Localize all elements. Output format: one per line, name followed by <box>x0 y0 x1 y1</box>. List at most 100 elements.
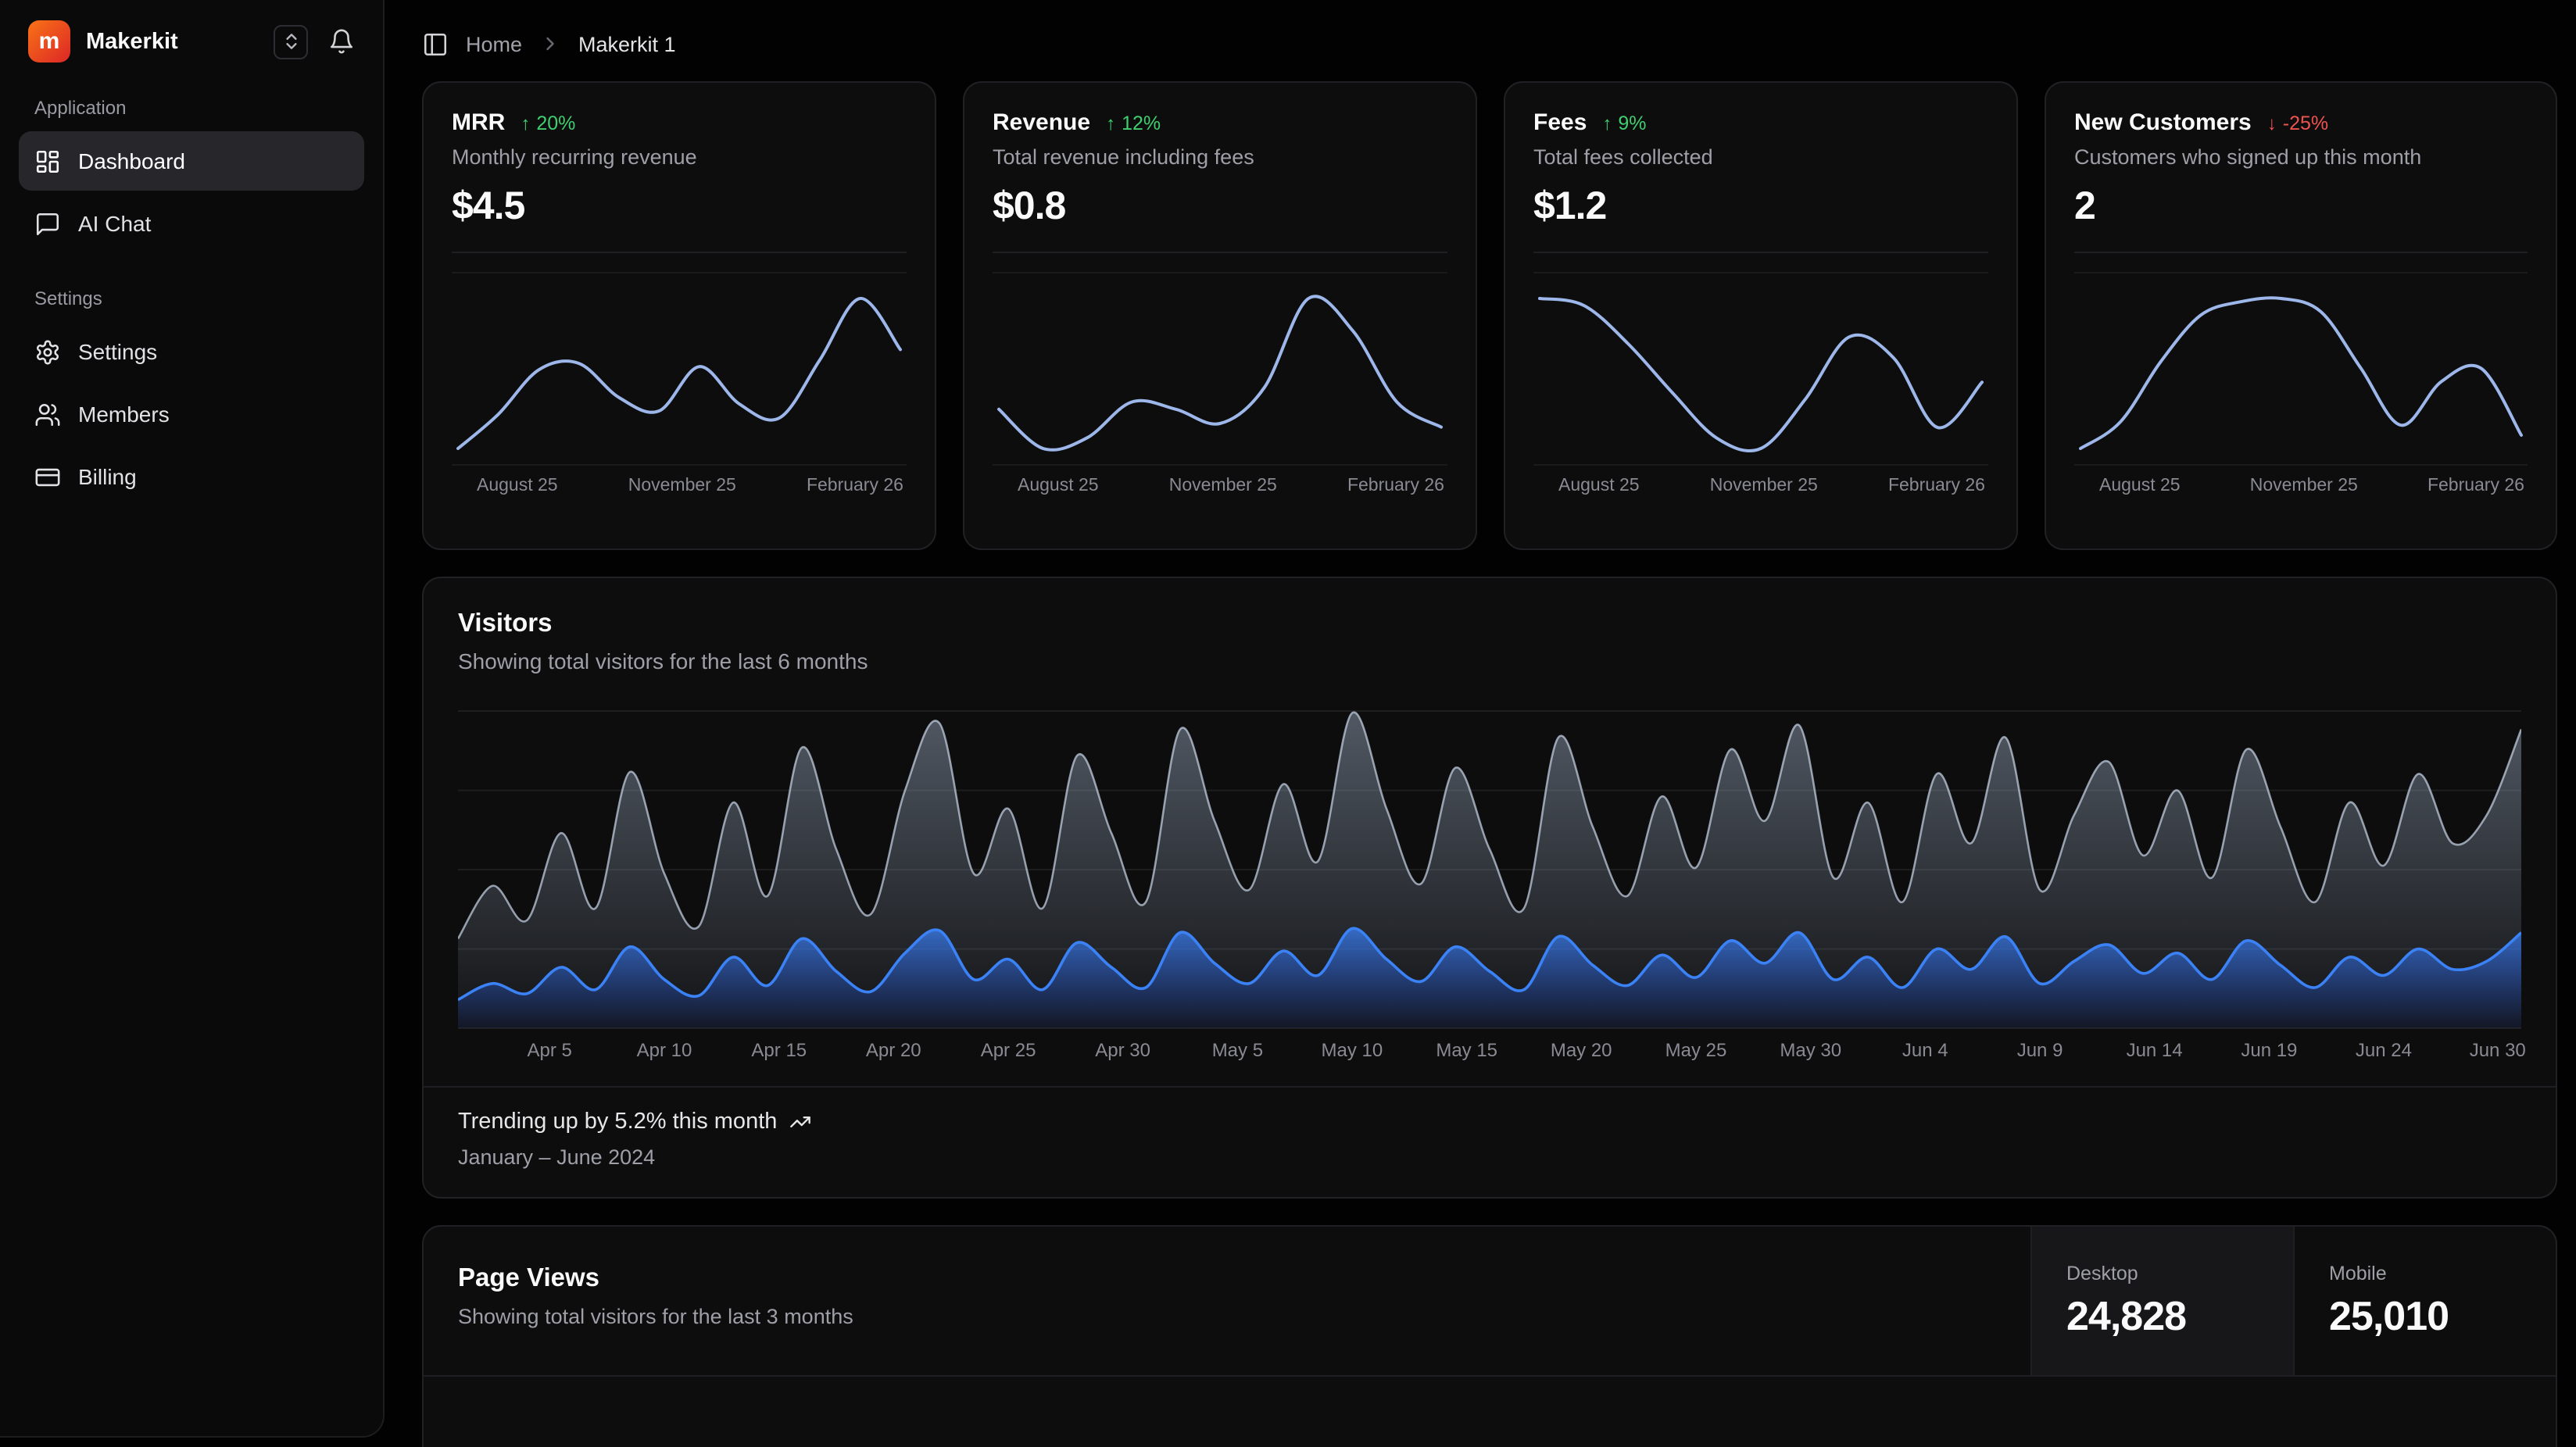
metric-card-header: Fees ↑ 9% <box>1533 109 1988 136</box>
sparkline-x-ticks: August 25 November 25 February 26 <box>993 466 1447 495</box>
breadcrumb-current-page: Makerkit 1 <box>578 32 676 55</box>
stat-label: Desktop <box>2066 1262 2138 1284</box>
sidebar-section-label: Application <box>34 97 349 119</box>
page-views-stat-toggles: Desktop24,828Mobile25,010 <box>2030 1227 2556 1375</box>
divider <box>2074 252 2528 253</box>
stat-toggle-mobile[interactable]: Mobile25,010 <box>2293 1227 2556 1375</box>
metric-card-new-customers: New Customers ↓ -25% Customers who signe… <box>2045 81 2557 550</box>
sidebar-section-label: Settings <box>34 288 349 309</box>
sidebar-item-billing[interactable]: Billing <box>19 447 364 506</box>
visitors-header: Visitors Showing total visitors for the … <box>424 609 2556 673</box>
metric-title: MRR <box>452 109 505 136</box>
x-tick-label: Apr 10 <box>637 1039 692 1061</box>
metric-card-header: MRR ↑ 20% <box>452 109 907 136</box>
stat-toggle-desktop[interactable]: Desktop24,828 <box>2030 1227 2293 1375</box>
bell-icon[interactable] <box>328 28 355 55</box>
team-row: m Makerkit <box>28 20 358 63</box>
x-tick-label: November 25 <box>1169 477 1277 495</box>
visitors-area-chart <box>458 702 2521 1030</box>
metric-value: 2 <box>2074 184 2528 230</box>
breadcrumb-home-link[interactable]: Home <box>466 32 522 55</box>
metric-subtitle: Total revenue including fees <box>993 145 1447 169</box>
divider <box>993 252 1447 253</box>
message-square-icon <box>34 210 61 237</box>
sparkline-svg <box>2074 273 2528 464</box>
x-tick-label: Apr 20 <box>866 1039 921 1061</box>
x-tick-label: Jun 4 <box>1902 1039 1948 1061</box>
trend-percent: 20% <box>536 112 575 134</box>
metric-card-header: New Customers ↓ -25% <box>2074 109 2528 136</box>
divider <box>1533 252 1988 253</box>
x-tick-label: Apr 30 <box>1095 1039 1150 1061</box>
metric-trend-badge: ↓ -25% <box>2267 112 2328 134</box>
page-views-title: Page Views <box>458 1264 853 1294</box>
area-chart-svg <box>458 702 2521 1030</box>
visitors-chart-wrap: Apr 5 Apr 10 Apr 15 Apr 20 Apr 25 Apr 30 May 5… <box>458 702 2521 1070</box>
visitors-card: Visitors Showing total visitors for the … <box>422 577 2557 1199</box>
x-tick-label: Jun 24 <box>2356 1039 2412 1061</box>
visitors-x-ticks: Apr 5 Apr 10 Apr 15 Apr 20 Apr 25 Apr 30 May 5… <box>458 1030 2521 1070</box>
page-views-subtitle: Showing total visitors for the last 3 mo… <box>458 1305 853 1328</box>
logo-letter: m <box>39 28 60 55</box>
sidebar-item-label: Members <box>78 402 170 427</box>
x-tick-label: Apr 5 <box>528 1039 572 1061</box>
arrow-up-icon: ↑ <box>521 112 530 134</box>
metric-value: $0.8 <box>993 184 1447 230</box>
sidebar-item-ai-chat[interactable]: AI Chat <box>19 194 364 253</box>
x-tick-label: August 25 <box>2099 477 2181 495</box>
metric-value: $4.5 <box>452 184 907 230</box>
x-tick-label: May 20 <box>1551 1039 1612 1061</box>
sidebar-item-dashboard[interactable]: Dashboard <box>19 131 364 191</box>
x-tick-label: November 25 <box>2250 477 2358 495</box>
x-tick-label: Apr 25 <box>981 1039 1036 1061</box>
visitors-title: Visitors <box>458 609 2521 639</box>
sidebar-nav: Application Dashboard AI Chat Settings Setti… <box>19 97 364 506</box>
chevron-right-icon <box>539 33 561 55</box>
metric-subtitle: Monthly recurring revenue <box>452 145 907 169</box>
page-views-text: Page Views Showing total visitors for th… <box>424 1227 888 1375</box>
trend-percent: -25% <box>2283 112 2328 134</box>
team-selector[interactable]: m Makerkit <box>28 20 178 63</box>
metric-card-fees: Fees ↑ 9% Total fees collected $1.2 Augu… <box>1504 81 2018 550</box>
visitors-footer: Trending up by 5.2% this month January –… <box>424 1086 2556 1197</box>
trend-percent: 12% <box>1122 112 1161 134</box>
x-tick-label: May 10 <box>1322 1039 1383 1061</box>
visitors-date-range: January – June 2024 <box>458 1145 2521 1169</box>
main-content: Home Makerkit 1 MRR ↑ 20% Monthly recurr… <box>385 0 2576 1447</box>
metric-title: New Customers <box>2074 109 2252 136</box>
arrow-down-icon: ↓ <box>2267 112 2277 134</box>
x-tick-label: May 15 <box>1436 1039 1497 1061</box>
sidebar-item-members[interactable]: Members <box>19 384 364 444</box>
x-tick-label: February 26 <box>2428 477 2524 495</box>
metric-sparkline-chart <box>2074 272 2528 466</box>
metric-title: Fees <box>1533 109 1587 136</box>
sidebar-item-settings[interactable]: Settings <box>19 322 364 381</box>
visitors-subtitle: Showing total visitors for the last 6 mo… <box>458 648 2521 673</box>
sparkline-svg <box>1533 273 1988 464</box>
breadcrumb: Home Makerkit 1 <box>422 19 2557 69</box>
metric-card-revenue: Revenue ↑ 12% Total revenue including fe… <box>963 81 1477 550</box>
x-tick-label: August 25 <box>1558 477 1640 495</box>
chevrons-up-down-icon[interactable] <box>274 24 308 59</box>
trend-percent: 9% <box>1618 112 1646 134</box>
x-tick-label: February 26 <box>1347 477 1444 495</box>
arrow-up-icon: ↑ <box>1602 112 1612 134</box>
sidebar: m Makerkit Application Dashboard AI Chat Se… <box>0 0 385 1438</box>
stat-label: Mobile <box>2329 1262 2387 1284</box>
sidebar-item-label: AI Chat <box>78 211 151 236</box>
x-tick-label: August 25 <box>1018 477 1099 495</box>
x-tick-label: Jun 19 <box>2241 1039 2297 1061</box>
metric-trend-badge: ↑ 20% <box>521 112 575 134</box>
page-views-card: Page Views Showing total visitors for th… <box>422 1225 2557 1447</box>
x-tick-label: May 5 <box>1212 1039 1263 1061</box>
x-tick-label: Apr 15 <box>751 1039 807 1061</box>
x-tick-label: November 25 <box>1710 477 1818 495</box>
metric-sparkline-chart <box>452 272 907 466</box>
sparkline-svg <box>452 273 907 464</box>
x-tick-label: February 26 <box>1888 477 1985 495</box>
sidebar-item-label: Billing <box>78 464 137 489</box>
sparkline-x-ticks: August 25 November 25 February 26 <box>1533 466 1988 495</box>
sparkline-x-ticks: August 25November 25February 26 <box>452 466 907 495</box>
panel-left-toggle-icon[interactable] <box>422 30 449 57</box>
gear-icon <box>34 338 61 365</box>
